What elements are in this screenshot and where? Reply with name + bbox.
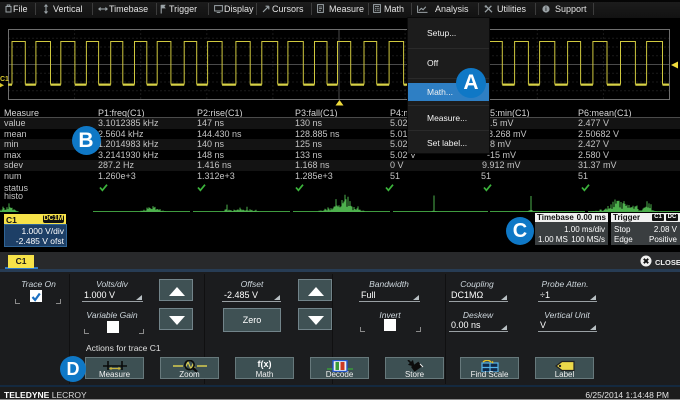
- svg-text:C1: C1: [0, 76, 9, 83]
